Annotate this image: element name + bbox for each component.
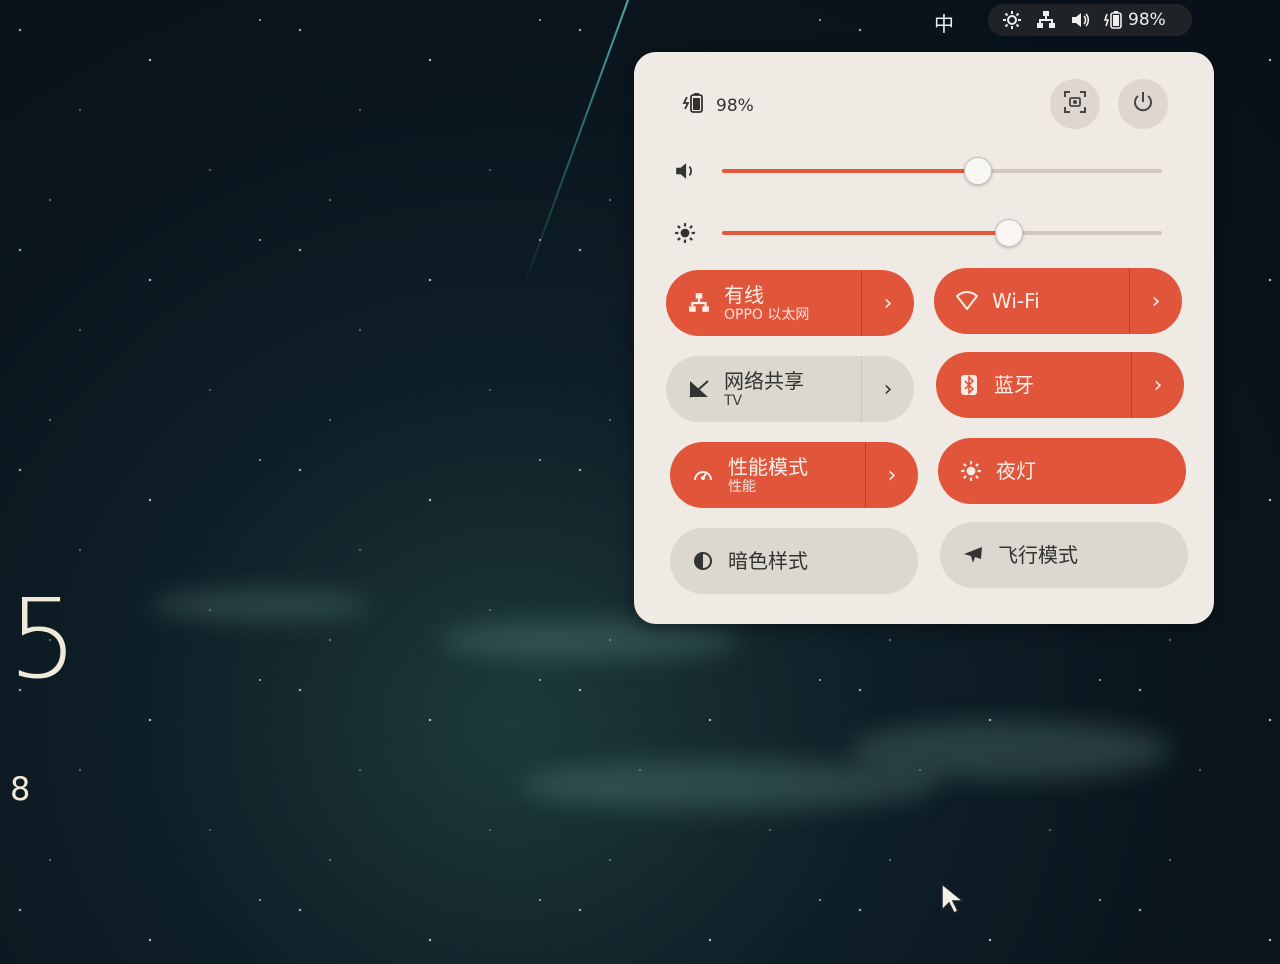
tile-hotspot-expand-button[interactable]: › [861, 356, 914, 422]
input-method-indicator[interactable]: 中 [934, 8, 954, 37]
tile-wifi[interactable]: Wi-Fi › [934, 268, 1182, 334]
hotspot-icon [686, 376, 712, 402]
brightness-icon [1002, 10, 1022, 30]
tile-bluetooth-expand-button[interactable]: › [1131, 352, 1184, 418]
volume-fill [722, 169, 978, 173]
tile-performance-subtitle: 性能 [728, 479, 756, 495]
clock-digit: 5 [8, 575, 78, 703]
battery-icon [682, 92, 706, 119]
volume-knob[interactable] [964, 157, 993, 185]
tile-hotspot-subtitle: TV [724, 393, 743, 409]
tile-night-light[interactable]: 夜灯 [938, 438, 1186, 504]
wallpaper-cloud [520, 760, 940, 810]
tile-bluetooth-label: 蓝牙 [994, 373, 1034, 397]
brightness-fill [722, 231, 1008, 235]
volume-slider[interactable] [672, 156, 1172, 186]
brightness-icon [672, 220, 698, 246]
wired-network-icon [686, 290, 712, 316]
tile-wifi-expand-button[interactable]: › [1129, 268, 1182, 334]
battery-status: 98% [682, 92, 754, 119]
tile-performance-expand-button[interactable]: › [865, 442, 918, 508]
tile-hotspot-label: 网络共享 [724, 369, 804, 393]
tile-airplane-mode[interactable]: 飞行模式 [940, 522, 1188, 588]
tile-performance-mode[interactable]: 性能模式 性能 › [670, 442, 918, 508]
system-status-area[interactable]: 98% [988, 4, 1192, 36]
battery-percentage: 98% [1128, 10, 1166, 30]
dark-style-icon [690, 548, 716, 574]
battery-label: 98% [716, 95, 754, 116]
brightness-slider[interactable] [672, 218, 1172, 248]
brightness-track[interactable] [722, 219, 1162, 247]
bluetooth-icon [956, 372, 982, 398]
battery-icon [1104, 10, 1124, 30]
power-button[interactable] [1118, 79, 1168, 129]
volume-track[interactable] [722, 157, 1162, 185]
tile-airplane-label: 飞行模式 [998, 543, 1078, 567]
airplane-icon [960, 542, 986, 568]
brightness-knob[interactable] [995, 219, 1023, 247]
tile-wired[interactable]: 有线 OPPO 以太网 › [666, 270, 914, 336]
night-light-icon [958, 458, 984, 484]
wallpaper-cloud [440, 620, 740, 660]
tile-wired-expand-button[interactable]: › [861, 270, 914, 336]
tile-wired-label: 有线 [724, 283, 764, 307]
network-icon [1036, 10, 1056, 30]
tile-dark-style[interactable]: 暗色样式 [670, 528, 918, 594]
screenshot-icon [1062, 89, 1088, 119]
clock-digit-small: 8 [10, 770, 31, 808]
wallpaper-cloud [150, 590, 370, 620]
tile-night-light-label: 夜灯 [996, 459, 1036, 483]
screenshot-button[interactable] [1050, 79, 1100, 129]
tile-hotspot[interactable]: 网络共享 TV › [666, 356, 914, 422]
quick-settings-panel: 98% 有线 OPPO 以太网 › Wi-Fi › 网络共享 TV › 蓝牙 ›… [634, 52, 1214, 624]
volume-icon [672, 158, 698, 184]
power-icon [1131, 90, 1155, 118]
tile-wired-subtitle: OPPO 以太网 [724, 307, 810, 323]
tile-dark-style-label: 暗色样式 [728, 549, 808, 573]
tile-wifi-label: Wi-Fi [992, 289, 1040, 313]
wallpaper-cloud [850, 720, 1170, 780]
tile-performance-label: 性能模式 [728, 455, 808, 479]
wifi-icon [954, 288, 980, 314]
performance-icon [690, 462, 716, 488]
mouse-cursor-icon [940, 882, 966, 920]
tile-bluetooth[interactable]: 蓝牙 › [936, 352, 1184, 418]
volume-icon [1070, 10, 1090, 30]
